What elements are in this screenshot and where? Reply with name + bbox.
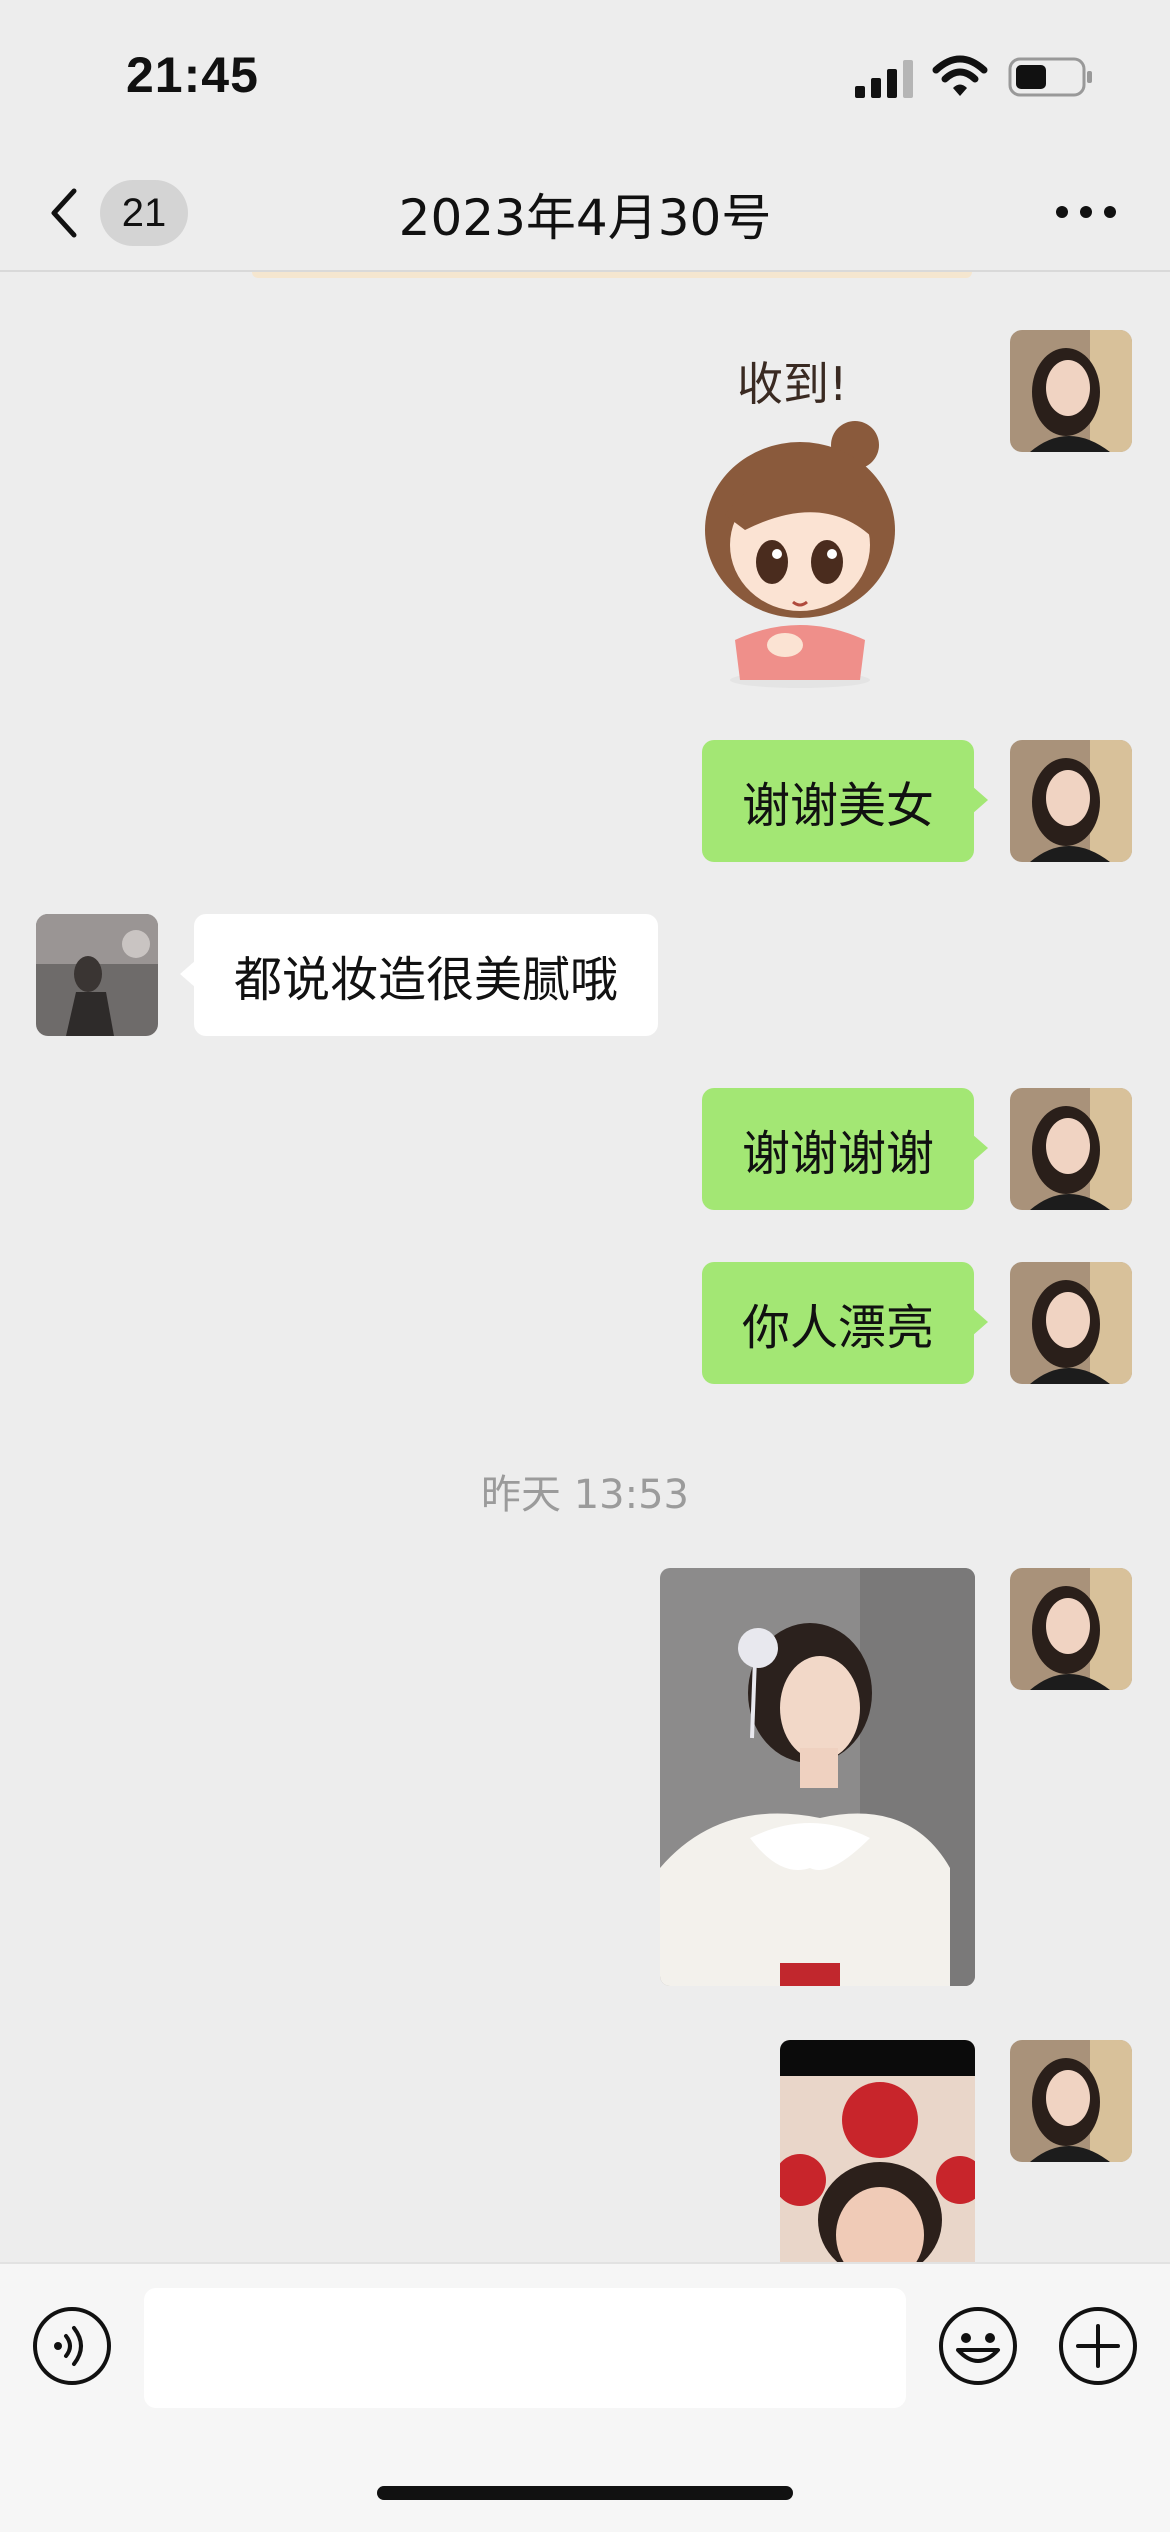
cellular-signal-icon [855, 60, 913, 98]
unread-count-badge: 21 [100, 180, 188, 246]
my-avatar[interactable] [1010, 740, 1132, 862]
back-chevron-icon [51, 188, 77, 238]
status-time: 21:45 [126, 47, 259, 103]
photo-message-wedding[interactable] [780, 2040, 975, 2262]
photo-message-bride[interactable] [660, 1568, 975, 1986]
voice-icon[interactable] [32, 2306, 112, 2386]
my-avatar[interactable] [1010, 1262, 1132, 1384]
my-avatar[interactable] [1010, 1568, 1132, 1690]
avatar-portrait-icon [1010, 1088, 1132, 1210]
more-icon[interactable] [1054, 200, 1118, 224]
back-button[interactable]: 21 [44, 180, 194, 246]
chat-title: 2023年4月30号 [398, 189, 772, 247]
status-bar: 21:45 [0, 0, 1170, 150]
my-avatar[interactable] [1010, 330, 1132, 452]
sticker-caption: 收到! [737, 357, 847, 411]
avatar-portrait-icon [1010, 1568, 1132, 1690]
plus-icon[interactable] [1058, 2306, 1138, 2386]
outgoing-message-bubble[interactable]: 谢谢谢谢 [701, 1088, 989, 1210]
incoming-message-bubble[interactable]: 都说妆造很美腻哦 [179, 914, 659, 1036]
avatar-portrait-icon [1010, 330, 1132, 452]
my-avatar[interactable] [1010, 2040, 1132, 2162]
message-text-input[interactable] [144, 2288, 906, 2408]
outgoing-message-bubble[interactable]: 谢谢美女 [701, 740, 989, 862]
contact-avatar[interactable] [36, 914, 158, 1036]
emoji-icon[interactable] [938, 2306, 1018, 2386]
chat-timestamp: 昨天 13:53 [481, 1472, 689, 1518]
wifi-icon [932, 55, 988, 96]
bride-photo-image [660, 1568, 975, 1986]
avatar-portrait-icon [1010, 2040, 1132, 2162]
chat-header: 21 2023年4月30号 [0, 150, 1170, 272]
sticker-received[interactable]: 收到! [675, 340, 925, 690]
avatar-portrait-icon [1010, 740, 1132, 862]
outgoing-message-bubble[interactable]: 你人漂亮 [701, 1262, 989, 1384]
avatar-portrait-icon [36, 914, 158, 1036]
wedding-photo-image [780, 2040, 975, 2262]
avatar-portrait-icon [1010, 1262, 1132, 1384]
home-indicator[interactable] [377, 2486, 793, 2500]
battery-icon [1008, 57, 1092, 97]
my-avatar[interactable] [1010, 1088, 1132, 1210]
banner-edge [252, 272, 972, 278]
